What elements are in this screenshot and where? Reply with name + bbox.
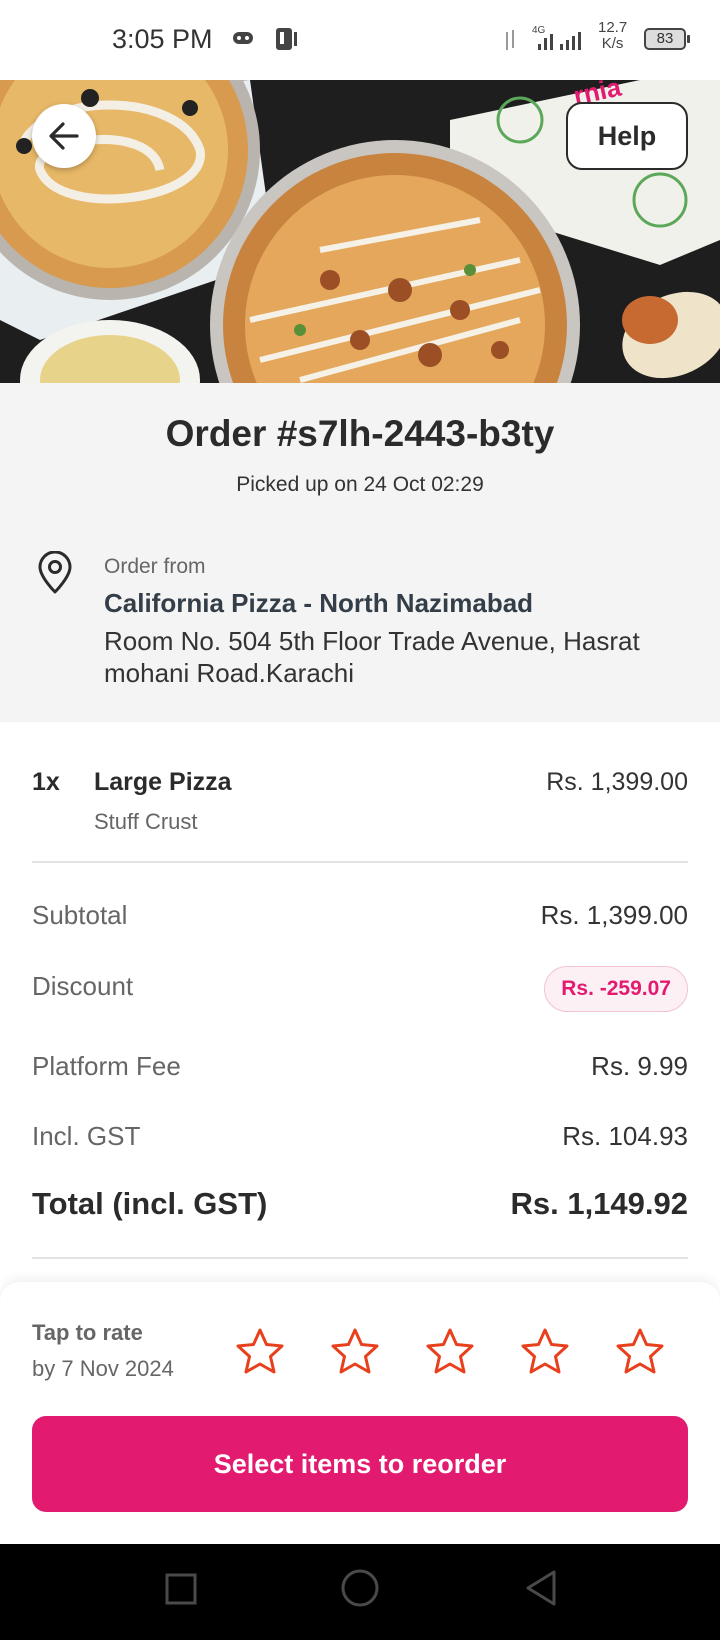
- subtotal-value: Rs. 1,399.00: [540, 900, 688, 930]
- battery-indicator: 83: [644, 28, 690, 50]
- item-divider: [32, 861, 688, 863]
- speed-value: 12.7: [598, 19, 628, 36]
- gst-label: Incl. GST: [32, 1121, 141, 1151]
- discount-badge: Rs. -259.07: [544, 966, 688, 1012]
- subtotal-label: Subtotal: [32, 900, 128, 930]
- circle-icon[interactable]: [340, 1568, 380, 1608]
- triangle-back-icon[interactable]: [522, 1568, 558, 1608]
- total-label: Total (incl. GST): [32, 1186, 268, 1221]
- discount-label: Discount: [32, 971, 134, 1001]
- total-divider: [32, 1257, 688, 1259]
- arrow-left-icon: [49, 122, 79, 150]
- reorder-button[interactable]: Select items to reorder: [32, 1416, 688, 1512]
- item-quantity: 1x: [32, 768, 60, 796]
- order-from-label: Order from: [104, 555, 206, 578]
- star-3-icon[interactable]: [424, 1326, 476, 1378]
- star-1-icon[interactable]: [234, 1326, 286, 1378]
- network-type: 4G: [532, 25, 546, 36]
- map-pin-icon: [38, 551, 72, 594]
- item-price: Rs. 1,399.00: [546, 768, 688, 796]
- platform-fee-label: Platform Fee: [32, 1051, 181, 1081]
- help-button[interactable]: Help: [566, 102, 688, 170]
- back-button[interactable]: [32, 104, 96, 168]
- rate-panel: Tap to rate by 7 Nov 2024 Select items t…: [0, 1282, 720, 1544]
- restaurant-address: Room No. 504 5th Floor Trade Avenue, Has…: [104, 626, 640, 688]
- platform-fee-value: Rs. 9.99: [591, 1051, 688, 1081]
- order-title: Order #s7lh-2443-b3ty: [165, 413, 555, 454]
- speed-unit: K/s: [601, 35, 624, 52]
- game-controller-icon: [233, 32, 253, 44]
- square-icon[interactable]: [164, 1572, 198, 1606]
- order-header: Order #s7lh-2443-b3ty Picked up on 24 Oc…: [0, 383, 720, 722]
- rate-title: Tap to rate: [32, 1320, 143, 1345]
- gst-value: Rs. 104.93: [562, 1121, 688, 1151]
- signal-icon: 4G: [506, 25, 581, 50]
- network-speed: 12.7 K/s: [598, 20, 627, 52]
- order-status: Picked up on 24 Oct 02:29: [236, 473, 484, 496]
- restaurant-name[interactable]: California Pizza - North Nazimabad: [104, 588, 533, 619]
- item-option: Stuff Crust: [94, 809, 198, 834]
- item-name: Large Pizza: [94, 768, 232, 796]
- total-value: Rs. 1,149.92: [510, 1186, 688, 1221]
- system-nav-bar: [0, 1544, 720, 1640]
- star-2-icon[interactable]: [329, 1326, 381, 1378]
- status-bar: 3:05 PM 4G 12.7 K/s 83: [0, 0, 720, 80]
- star-4-icon[interactable]: [519, 1326, 571, 1378]
- star-5-icon[interactable]: [614, 1326, 666, 1378]
- parking-app-icon: [276, 28, 297, 50]
- status-time: 3:05 PM: [112, 24, 213, 54]
- rate-deadline: by 7 Nov 2024: [32, 1356, 174, 1381]
